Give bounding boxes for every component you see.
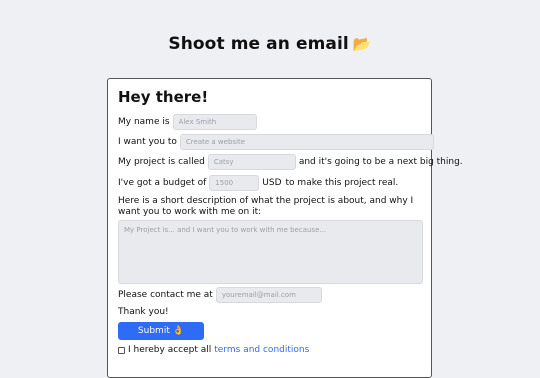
name-input[interactable] <box>172 114 257 130</box>
budget-suffix: to make this project real. <box>285 178 399 188</box>
thanks-text: Thank you! <box>118 307 169 317</box>
ok-hand-icon: 👌 <box>172 326 185 336</box>
folder-icon: 📂 <box>352 35 372 53</box>
terms-link[interactable]: terms and conditions <box>214 345 309 355</box>
contact-form-card: Hey there! My name is I want you to My p… <box>107 78 463 378</box>
terms-prefix: I hereby accept all <box>128 345 212 355</box>
email-input[interactable] <box>215 287 322 303</box>
want-row: I want you to <box>118 134 434 150</box>
form-heading: Hey there! <box>118 88 209 106</box>
name-row: My name is <box>118 114 257 130</box>
budget-input[interactable] <box>209 175 260 191</box>
want-label: I want you to <box>118 137 177 147</box>
page-title-text: Shoot me an email <box>168 34 349 54</box>
project-label: My project is called <box>118 157 205 167</box>
submit-button[interactable]: Submit 👌 <box>118 322 204 340</box>
contact-label: Please contact me at <box>118 290 213 300</box>
page-title: Shoot me an email 📂 <box>0 34 540 54</box>
thanks-row: Thank you! <box>118 307 169 317</box>
project-suffix: and it's going to be a next big thing. <box>298 157 463 167</box>
want-input[interactable] <box>179 134 434 150</box>
budget-label: I've got a budget of <box>118 178 207 188</box>
budget-row: I've got a budget of USD to make this pr… <box>118 175 398 191</box>
submit-label: Submit <box>137 326 170 336</box>
contact-row: Please contact me at <box>118 287 322 303</box>
project-row: My project is called and it's going to b… <box>118 154 463 170</box>
name-label: My name is <box>118 117 170 127</box>
terms-row: I hereby accept all terms and conditions <box>118 345 309 355</box>
project-name-input[interactable] <box>207 154 296 170</box>
description-label: Here is a short description of what the … <box>118 196 414 217</box>
terms-checkbox[interactable] <box>118 346 125 354</box>
budget-currency: USD <box>262 178 282 188</box>
description-textarea[interactable] <box>118 220 423 284</box>
description-row <box>118 220 423 284</box>
